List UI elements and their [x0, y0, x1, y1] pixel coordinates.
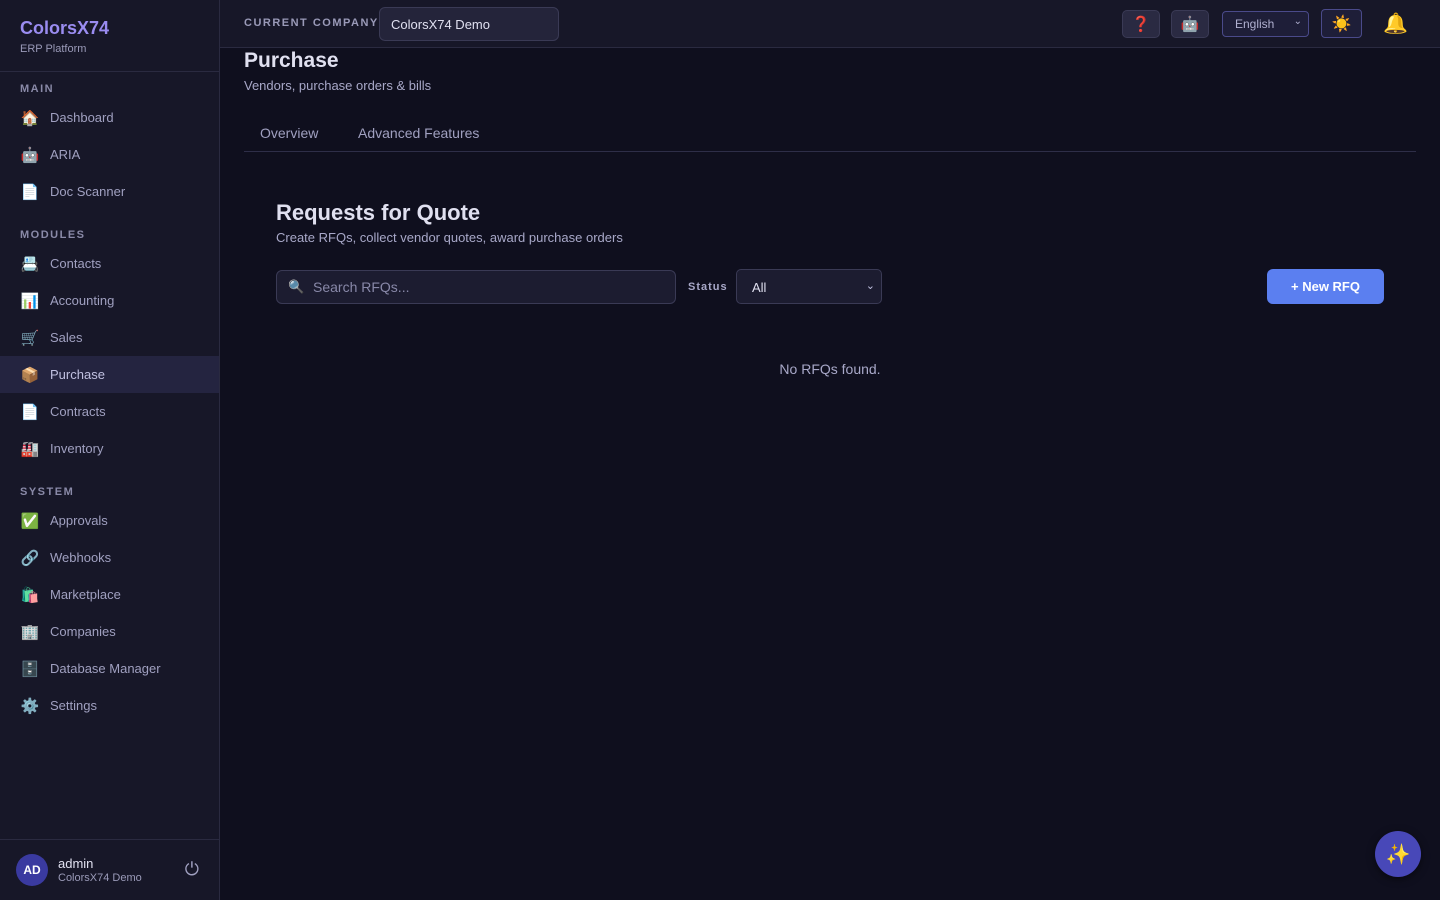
language-value: English — [1235, 17, 1275, 31]
sidebar-item-database-manager[interactable]: 🗄️ Database Manager — [0, 650, 219, 687]
sidebar-item-settings[interactable]: ⚙️ Settings — [0, 687, 219, 724]
search-box: 🔍 — [276, 270, 676, 304]
sidebar-item-label: Contracts — [50, 404, 106, 419]
robot-icon: 🤖 — [20, 146, 40, 164]
shopping-bags-icon: 🛍️ — [20, 586, 40, 604]
company-label: CURRENT COMPANY — [244, 17, 379, 29]
home-icon: 🏠 — [20, 109, 40, 127]
tab-advanced-features[interactable]: Advanced Features — [358, 125, 479, 141]
document-icon: 📄 — [20, 403, 40, 421]
file-cabinet-icon: 🗄️ — [20, 660, 40, 678]
chevron-down-icon: ⌄ — [865, 280, 875, 292]
robot-icon: 🤖 — [1180, 16, 1200, 33]
sidebar-item-sales[interactable]: 🛒 Sales — [0, 319, 219, 356]
sparkles-icon: ✨ — [1385, 843, 1411, 866]
cart-icon: 🛒 — [20, 329, 40, 347]
sidebar-item-label: Dashboard — [50, 110, 114, 125]
sidebar-item-label: ARIA — [50, 147, 81, 162]
sidebar-item-approvals[interactable]: ✅ Approvals — [0, 502, 219, 539]
brand-subtitle: ERP Platform — [20, 43, 87, 55]
brand-name: ColorsX74 — [20, 18, 110, 38]
building-icon: 🏢 — [20, 623, 40, 641]
document-icon: 📄 — [20, 183, 40, 201]
factory-icon: 🏭 — [20, 440, 40, 458]
status-select[interactable]: All ⌄ — [736, 269, 882, 304]
bell-icon[interactable]: 🔔 — [1383, 11, 1408, 36]
sidebar-item-label: Settings — [50, 698, 97, 713]
new-rfq-button[interactable]: + New RFQ — [1267, 269, 1384, 304]
sidebar-item-webhooks[interactable]: 🔗 Webhooks — [0, 539, 219, 576]
gear-icon: ⚙️ — [20, 697, 40, 715]
tab-bar: Overview Advanced Features — [244, 114, 1416, 152]
tab-overview[interactable]: Overview — [260, 125, 318, 141]
sidebar-item-label: Sales — [50, 330, 83, 345]
power-icon[interactable]: ⏻ — [185, 859, 199, 880]
section-title-main: MAIN — [20, 83, 55, 95]
theme-toggle-button[interactable]: ☀️ — [1321, 9, 1362, 38]
sidebar-item-label: Marketplace — [50, 587, 121, 602]
section-subtitle: Create RFQs, collect vendor quotes, awar… — [276, 230, 623, 245]
search-icon: 🔍 — [288, 279, 305, 294]
page-title: Purchase — [244, 49, 339, 72]
sidebar-item-dashboard[interactable]: 🏠 Dashboard — [0, 99, 219, 136]
user-name: admin — [58, 856, 94, 871]
sidebar-item-label: Webhooks — [50, 550, 112, 565]
sidebar-item-label: Contacts — [50, 256, 102, 271]
section-title-system: SYSTEM — [20, 486, 75, 498]
sidebar: ColorsX74 ERP Platform MAIN 🏠 Dashboard … — [0, 0, 220, 900]
user-info: admin ColorsX74 Demo — [58, 856, 142, 884]
sidebar-item-marketplace[interactable]: 🛍️ Marketplace — [0, 576, 219, 613]
package-icon: 📦 — [20, 366, 40, 384]
sidebar-item-label: Database Manager — [50, 661, 161, 676]
user-box: AD admin ColorsX74 Demo ⏻ — [0, 839, 219, 900]
bar-chart-icon: 📊 — [20, 292, 40, 310]
contact-card-icon: 📇 — [20, 255, 40, 273]
sun-icon: ☀️ — [1331, 15, 1352, 33]
avatar[interactable]: AD — [16, 854, 48, 886]
page-subtitle: Vendors, purchase orders & bills — [244, 78, 432, 93]
help-button[interactable]: ❓ — [1122, 10, 1160, 38]
sidebar-item-label: Companies — [50, 624, 116, 639]
user-company: ColorsX74 Demo — [58, 872, 142, 884]
topbar: CURRENT COMPANY ColorsX74 Demo ❓ 🤖 Engli… — [220, 0, 1440, 48]
sidebar-item-contracts[interactable]: 📄 Contracts — [0, 393, 219, 430]
sidebar-item-label: Approvals — [50, 513, 108, 528]
status-value: All — [752, 280, 767, 295]
company-select[interactable]: ColorsX74 Demo — [379, 7, 559, 41]
sidebar-item-contacts[interactable]: 📇 Contacts — [0, 245, 219, 282]
help-icon: ❓ — [1131, 16, 1151, 33]
section-title-modules: MODULES — [20, 229, 86, 241]
check-icon: ✅ — [20, 512, 40, 530]
ai-assistant-fab[interactable]: ✨ — [1375, 831, 1421, 877]
sidebar-item-accounting[interactable]: 📊 Accounting — [0, 282, 219, 319]
sidebar-item-inventory[interactable]: 🏭 Inventory — [0, 430, 219, 467]
sidebar-item-label: Accounting — [50, 293, 115, 308]
section-title: Requests for Quote — [276, 200, 481, 225]
sidebar-item-companies[interactable]: 🏢 Companies — [0, 613, 219, 650]
sidebar-item-label: Inventory — [50, 441, 104, 456]
sidebar-item-doc-scanner[interactable]: 📄 Doc Scanner — [0, 173, 219, 210]
brand: ColorsX74 ERP Platform — [0, 0, 219, 72]
assistant-button[interactable]: 🤖 — [1171, 10, 1209, 38]
search-input[interactable] — [313, 271, 663, 303]
sidebar-item-label: Purchase — [50, 367, 105, 382]
status-label: Status — [688, 281, 728, 293]
sidebar-item-label: Doc Scanner — [50, 184, 126, 199]
sidebar-item-aria[interactable]: 🤖 ARIA — [0, 136, 219, 173]
empty-state-text: No RFQs found. — [779, 361, 881, 377]
language-select[interactable]: English ⌄ — [1222, 11, 1309, 37]
chevron-down-icon: ⌄ — [1293, 16, 1302, 27]
link-icon: 🔗 — [20, 549, 40, 567]
sidebar-item-purchase[interactable]: 📦 Purchase — [0, 356, 219, 393]
